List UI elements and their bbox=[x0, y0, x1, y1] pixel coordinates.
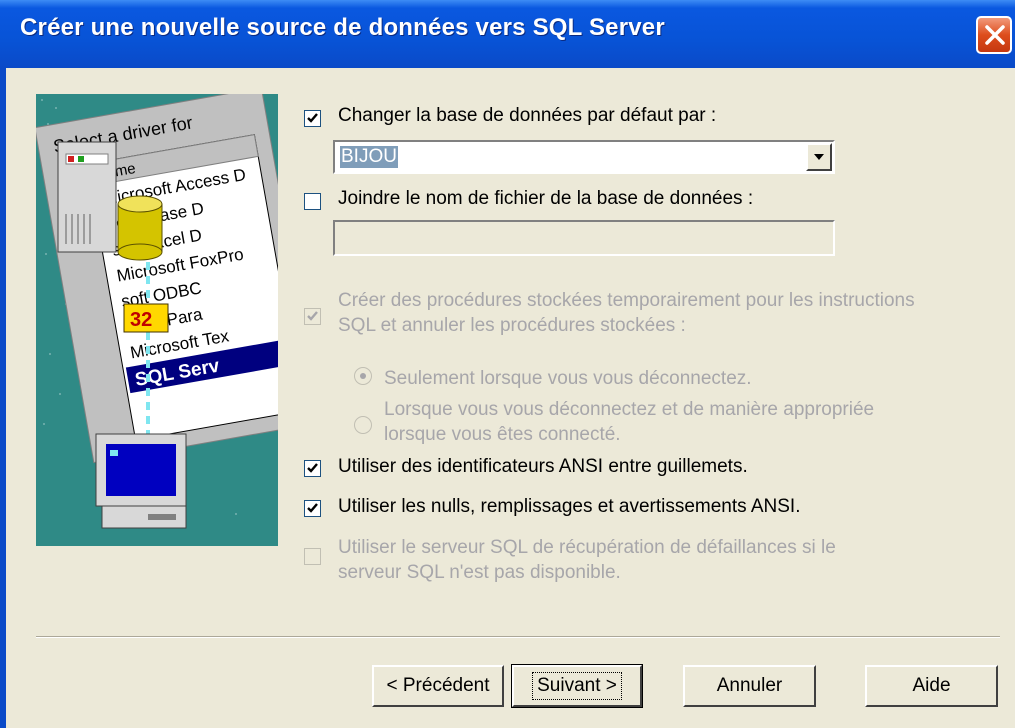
ansi-nulls-checkbox[interactable] bbox=[304, 500, 321, 517]
radio-appropriate-label-line1: Lorsque vous vous déconnectez et de mani… bbox=[384, 399, 875, 420]
next-button-label: Suivant > bbox=[532, 672, 622, 700]
attach-db-checkbox[interactable] bbox=[304, 193, 321, 210]
ansi-nulls-label: Utiliser les nulls, remplissages et aver… bbox=[338, 496, 801, 517]
close-icon bbox=[985, 25, 1005, 45]
temp-procs-checkbox[interactable] bbox=[304, 308, 321, 325]
title-bar[interactable]: Créer une nouvelle source de données ver… bbox=[0, 0, 1015, 68]
radio-disconnect-label: Seulement lorsque vous vous déconnectez. bbox=[384, 368, 752, 389]
ansi-quoted-checkbox[interactable] bbox=[304, 460, 321, 477]
radio-appropriate-label-line2: lorsque vous êtes connecté. bbox=[384, 424, 621, 445]
divider bbox=[36, 636, 1000, 638]
checkmark-icon bbox=[307, 503, 318, 513]
close-button[interactable] bbox=[976, 16, 1012, 54]
failover-checkbox[interactable] bbox=[304, 548, 321, 565]
chevron-down-icon bbox=[814, 154, 824, 160]
checkmark-icon bbox=[307, 463, 318, 473]
dropdown-button[interactable] bbox=[806, 143, 832, 171]
back-button[interactable]: < Précédent bbox=[372, 665, 504, 707]
change-db-checkbox[interactable] bbox=[304, 110, 321, 127]
ansi-quoted-label: Utiliser des identificateurs ANSI entre … bbox=[338, 456, 748, 477]
checkmark-icon bbox=[307, 311, 318, 321]
radio-appropriate[interactable] bbox=[354, 416, 372, 434]
cancel-button[interactable]: Annuler bbox=[683, 665, 816, 707]
temp-procs-label-line1: Créer des procédures stockées temporaire… bbox=[338, 290, 915, 311]
illus-badge: 32 bbox=[130, 309, 152, 331]
checkmark-icon bbox=[307, 113, 318, 123]
attach-db-label: Joindre le nom de fichier de la base de … bbox=[338, 188, 754, 209]
database-value: BIJOU bbox=[340, 146, 398, 168]
change-db-label: Changer la base de données par défaut pa… bbox=[338, 105, 717, 126]
attach-db-field[interactable] bbox=[333, 220, 835, 256]
temp-procs-label-line2: SQL et annuler les procédures stockées : bbox=[338, 315, 686, 336]
failover-label-line2: serveur SQL n'est pas disponible. bbox=[338, 562, 621, 583]
failover-label-line1: Utiliser le serveur SQL de récupération … bbox=[338, 537, 836, 558]
radio-disconnect-only[interactable] bbox=[354, 367, 372, 385]
window-frame bbox=[0, 68, 6, 728]
window-title: Créer une nouvelle source de données ver… bbox=[20, 14, 665, 41]
wizard-illustration: Select a driver for Name Microsoft Acces… bbox=[36, 94, 278, 546]
database-combobox[interactable]: BIJOU bbox=[333, 140, 835, 174]
help-button[interactable]: Aide bbox=[865, 665, 998, 707]
next-button[interactable]: Suivant > bbox=[511, 664, 643, 708]
